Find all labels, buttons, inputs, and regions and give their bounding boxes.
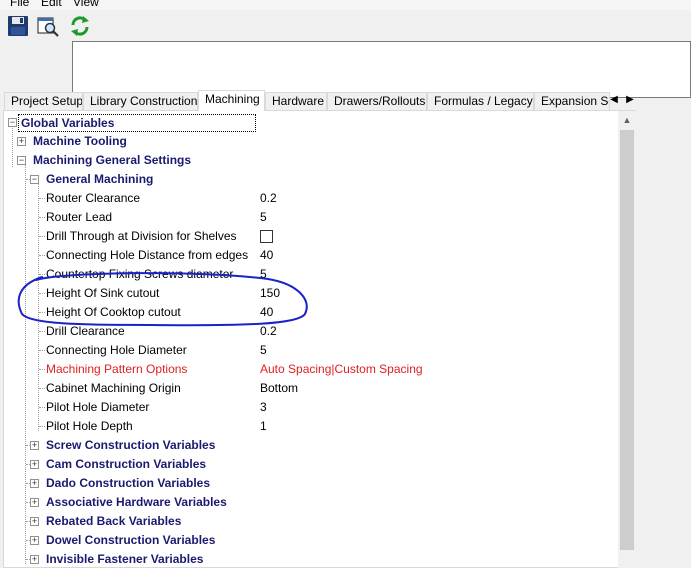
tab-library-construction[interactable]: Library Construction [83,92,198,110]
property-value[interactable]: 1 [260,417,267,436]
property-row[interactable]: Pilot Hole Diameter 3 [4,398,618,417]
property-value[interactable]: Bottom [260,379,298,398]
print-preview-button[interactable] [36,14,60,38]
vertical-scrollbar[interactable]: ▲ [618,111,636,568]
expand-icon[interactable]: + [30,498,39,507]
expand-icon[interactable]: + [30,536,39,545]
save-icon [8,16,28,36]
tab-scroll-left-icon[interactable]: ◀ [607,92,621,108]
collapse-icon[interactable]: − [17,156,26,165]
property-value[interactable]: 0.2 [260,322,277,341]
property-row[interactable]: Pilot Hole Depth 1 [4,417,618,436]
property-row[interactable]: Drill Clearance 0.2 [4,322,618,341]
tree-node-global-variables[interactable]: − Global Variables [4,113,618,132]
expand-icon[interactable]: + [30,460,39,469]
menu-edit[interactable]: Edit [41,0,62,9]
tree-node-machining-general-settings[interactable]: − Machining General Settings [4,151,618,170]
scrollbar-thumb[interactable] [620,130,634,550]
property-value[interactable]: 5 [260,341,267,360]
property-row[interactable]: Cabinet Machining Origin Bottom [4,379,618,398]
property-value[interactable]: 3 [260,398,267,417]
menu-file[interactable]: File [10,0,29,9]
menu-view[interactable]: View [73,0,99,9]
tab-formulas-legacy[interactable]: Formulas / Legacy [427,92,534,110]
refresh-icon [71,16,89,36]
tree-node-machine-tooling[interactable]: + Machine Tooling [4,132,618,151]
save-button[interactable] [6,14,30,38]
menu-bar: File Edit View [0,0,691,10]
refresh-button[interactable] [68,14,92,38]
tree-node-general-machining[interactable]: − General Machining [4,170,618,189]
expand-icon[interactable]: + [17,137,26,146]
scroll-up-icon[interactable]: ▲ [618,111,636,129]
property-tree[interactable]: − Global Variables + Machine Tooling − M… [4,111,618,568]
property-value[interactable]: 150 [260,284,280,303]
drill-through-checkbox[interactable] [260,230,273,243]
property-row[interactable]: Height Of Sink cutout 150 [4,284,618,303]
tab-project-setup[interactable]: Project Setup [4,92,83,110]
print-preview-icon [37,17,59,37]
property-row[interactable]: Connecting Hole Distance from edges 40 [4,246,618,265]
property-value[interactable]: 5 [260,265,267,284]
expand-icon[interactable]: + [30,441,39,450]
tree-node-group[interactable]: + Invisible Fastener Variables [4,550,618,568]
tab-drawers-rollouts[interactable]: Drawers/Rollouts [327,92,427,110]
tree-node-group[interactable]: + Dado Construction Variables [4,474,618,493]
expand-icon[interactable]: + [30,555,39,564]
property-row[interactable]: Machining Pattern Options Auto Spacing|C… [4,360,618,379]
tab-hardware[interactable]: Hardware [265,92,327,110]
property-row[interactable]: Height Of Cooktop cutout 40 [4,303,618,322]
tree-node-group[interactable]: + Screw Construction Variables [4,436,618,455]
property-row[interactable]: Connecting Hole Diameter 5 [4,341,618,360]
expand-icon[interactable]: + [30,479,39,488]
property-row[interactable]: Drill Through at Division for Shelves [4,227,618,246]
tab-strip: Project Setup Library Construction Machi… [4,90,691,111]
tree-node-group[interactable]: + Cam Construction Variables [4,455,618,474]
property-value[interactable]: 0.2 [260,189,277,208]
property-tree-panel: − Global Variables + Machine Tooling − M… [3,110,636,568]
tab-expansion[interactable]: Expansion Se [534,92,610,110]
property-row[interactable]: Router Lead 5 [4,208,618,227]
property-value[interactable]: 40 [260,303,273,322]
toolbar [0,10,691,98]
collapse-icon[interactable]: − [8,118,17,127]
tab-machining[interactable]: Machining [198,90,265,111]
tab-scroll-right-icon[interactable]: ▶ [623,92,637,108]
tree-node-group[interactable]: + Dowel Construction Variables [4,531,618,550]
expand-icon[interactable]: + [30,517,39,526]
property-row[interactable]: Countertop Fixing Screws diameter 5 [4,265,618,284]
property-value[interactable]: 5 [260,208,267,227]
tree-node-group[interactable]: + Associative Hardware Variables [4,493,618,512]
property-value[interactable]: 40 [260,246,273,265]
collapse-icon[interactable]: − [30,175,39,184]
tree-node-group[interactable]: + Rebated Back Variables [4,512,618,531]
property-value[interactable]: Auto Spacing|Custom Spacing [260,360,423,379]
property-row[interactable]: Router Clearance 0.2 [4,189,618,208]
